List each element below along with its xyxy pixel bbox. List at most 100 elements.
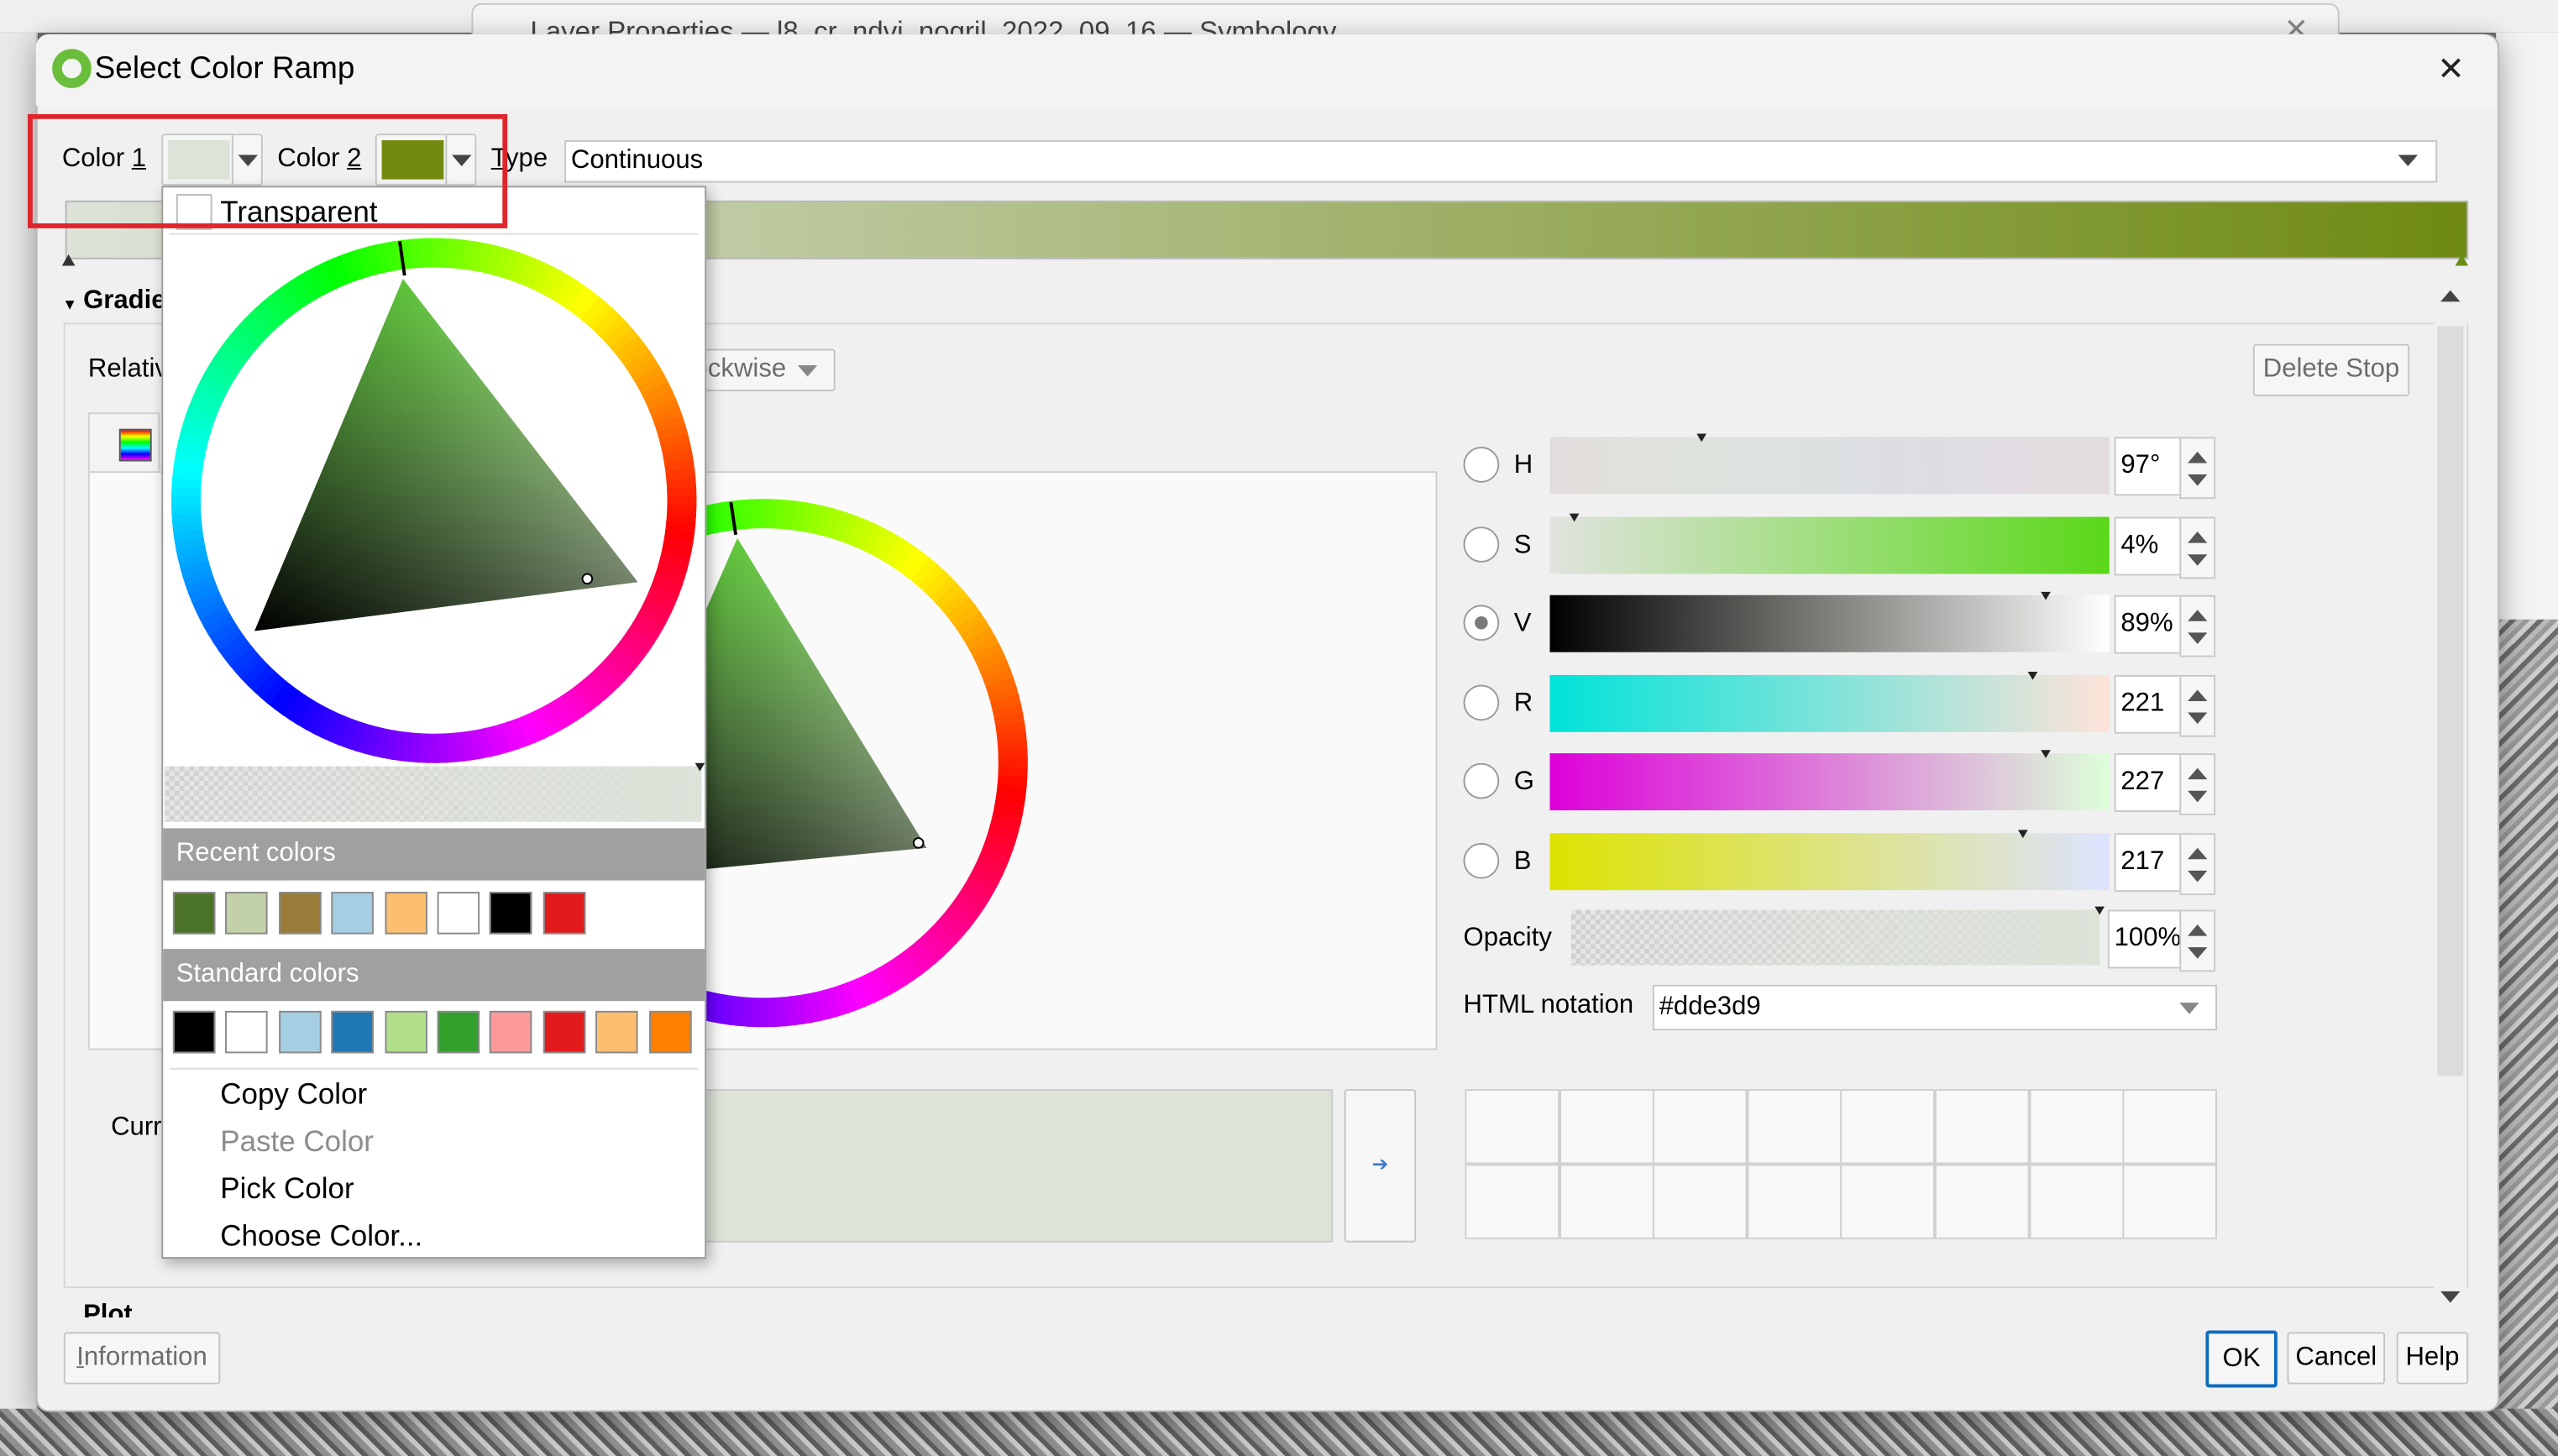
recent-color-swatch[interactable]: [543, 892, 586, 935]
direction-dropdown-icon[interactable]: [797, 364, 818, 377]
recent-color-swatch[interactable]: [225, 892, 269, 935]
standard-color-swatch[interactable]: [490, 1010, 533, 1054]
b-spin-arrows[interactable]: [2179, 832, 2216, 895]
popup-triangle-marker[interactable]: [581, 573, 594, 585]
standard-color-swatch[interactable]: [384, 1010, 427, 1054]
recent-color-swatch[interactable]: [331, 892, 375, 935]
r-radio[interactable]: [1463, 683, 1500, 720]
copy-color-menu-item[interactable]: Copy Color: [220, 1078, 367, 1113]
opacity-slider-handle[interactable]: [2094, 906, 2105, 915]
custom-color-swatch[interactable]: [1841, 1163, 1936, 1239]
r-spinbox[interactable]: 221: [2114, 673, 2188, 733]
h-slider-handle[interactable]: [1696, 433, 1706, 443]
s-slider[interactable]: [1549, 516, 2110, 573]
color2-button[interactable]: [375, 134, 477, 186]
custom-color-swatch[interactable]: [1747, 1089, 1842, 1165]
opacity-slider[interactable]: [1570, 909, 2100, 966]
scroll-thumb[interactable]: [2437, 326, 2464, 1076]
color-picker-tab[interactable]: [87, 412, 160, 475]
gradient-stop-start[interactable]: [61, 254, 76, 266]
custom-color-swatch[interactable]: [1653, 1089, 1748, 1165]
custom-color-swatch[interactable]: [1465, 1089, 1560, 1165]
gradient-section-header[interactable]: Gradie: [83, 287, 165, 317]
h-spin-arrows[interactable]: [2179, 437, 2216, 500]
color1-button[interactable]: [161, 134, 263, 186]
transparent-menu-item[interactable]: Transparent: [220, 196, 377, 230]
section-collapse-icon[interactable]: ▾: [66, 294, 75, 314]
v-radio[interactable]: [1463, 605, 1500, 642]
standard-color-swatch[interactable]: [278, 1010, 322, 1054]
custom-color-swatch[interactable]: [2122, 1163, 2218, 1239]
help-button[interactable]: Help: [2396, 1332, 2469, 1385]
g-spinbox[interactable]: 227: [2114, 753, 2188, 812]
custom-color-swatch[interactable]: [2122, 1089, 2218, 1165]
v-spin-arrows[interactable]: [2179, 594, 2216, 657]
v-spinbox[interactable]: 89%: [2114, 594, 2188, 654]
custom-color-swatch[interactable]: [1653, 1163, 1748, 1239]
cancel-button[interactable]: Cancel: [2287, 1332, 2386, 1385]
custom-color-swatch[interactable]: [2028, 1089, 2124, 1165]
html-notation-input[interactable]: #dde3d9: [1652, 984, 2218, 1031]
color2-dropdown-icon[interactable]: [452, 155, 472, 167]
s-radio[interactable]: [1463, 526, 1500, 562]
r-slider-handle[interactable]: [2026, 671, 2037, 679]
v-slider[interactable]: [1549, 594, 2110, 652]
g-slider[interactable]: [1549, 753, 2110, 811]
b-slider[interactable]: [1549, 832, 2110, 890]
custom-color-swatch[interactable]: [1465, 1163, 1560, 1239]
information-button[interactable]: Information: [63, 1332, 221, 1385]
close-icon[interactable]: ✕: [2437, 49, 2465, 90]
standard-color-swatch[interactable]: [172, 1010, 216, 1054]
h-spinbox[interactable]: 97°: [2114, 437, 2188, 496]
triangle-selection-marker[interactable]: [912, 837, 925, 849]
ok-button[interactable]: OK: [2205, 1330, 2278, 1388]
recent-color-swatch[interactable]: [490, 892, 533, 935]
standard-color-swatch[interactable]: [225, 1010, 269, 1054]
recent-color-swatch[interactable]: [172, 892, 216, 935]
s-spinbox[interactable]: 4%: [2114, 516, 2188, 575]
type-combobox[interactable]: Continuous: [564, 139, 2438, 183]
s-slider-handle[interactable]: [1569, 512, 1579, 521]
gradient-stop-end[interactable]: [2455, 254, 2469, 266]
standard-color-swatch[interactable]: [437, 1010, 480, 1054]
recent-color-swatch[interactable]: [437, 892, 480, 935]
choose-color-menu-item[interactable]: Choose Color...: [220, 1219, 422, 1254]
recent-color-swatch[interactable]: [278, 892, 322, 935]
custom-color-swatch[interactable]: [1559, 1163, 1654, 1239]
g-slider-handle[interactable]: [2040, 750, 2051, 758]
g-radio[interactable]: [1463, 762, 1500, 799]
type-dropdown-icon[interactable]: [2398, 155, 2418, 167]
pick-color-menu-item[interactable]: Pick Color: [220, 1172, 354, 1207]
custom-color-swatch[interactable]: [1934, 1163, 2030, 1239]
custom-color-swatch[interactable]: [1559, 1089, 1654, 1165]
standard-color-swatch[interactable]: [543, 1010, 586, 1054]
color1-dropdown-icon[interactable]: [238, 155, 258, 167]
popup-opacity-slider[interactable]: [165, 766, 702, 822]
plot-section-header[interactable]: Plot: [83, 1301, 133, 1317]
b-slider-handle[interactable]: [2018, 829, 2029, 838]
r-spin-arrows[interactable]: [2179, 673, 2216, 736]
v-slider-handle[interactable]: [2040, 591, 2051, 600]
paste-color-menu-item[interactable]: Paste Color: [220, 1125, 374, 1160]
b-spinbox[interactable]: 217: [2114, 832, 2188, 892]
scroll-down-icon[interactable]: [2440, 1291, 2461, 1303]
h-slider[interactable]: [1549, 437, 2110, 495]
popup-opacity-handle[interactable]: [695, 762, 705, 772]
apply-color-button[interactable]: ➔: [1344, 1089, 1417, 1243]
g-spin-arrows[interactable]: [2179, 753, 2216, 815]
standard-color-swatch[interactable]: [648, 1010, 691, 1054]
opacity-spin-arrows[interactable]: [2179, 909, 2216, 972]
recent-color-swatch[interactable]: [384, 892, 427, 935]
r-slider[interactable]: [1549, 673, 2110, 731]
opacity-spinbox[interactable]: 100%: [2107, 909, 2182, 969]
custom-color-swatch[interactable]: [2028, 1163, 2124, 1239]
s-spin-arrows[interactable]: [2179, 516, 2216, 579]
html-notation-dropdown-icon[interactable]: [2179, 1003, 2199, 1014]
custom-color-swatch[interactable]: [1747, 1163, 1842, 1239]
custom-color-swatch[interactable]: [1934, 1089, 2030, 1165]
custom-color-swatch[interactable]: [1841, 1089, 1936, 1165]
popup-color-wheel[interactable]: [170, 237, 698, 765]
scroll-up-icon[interactable]: [2440, 290, 2461, 302]
b-radio[interactable]: [1463, 841, 1500, 878]
standard-color-swatch[interactable]: [595, 1010, 638, 1054]
